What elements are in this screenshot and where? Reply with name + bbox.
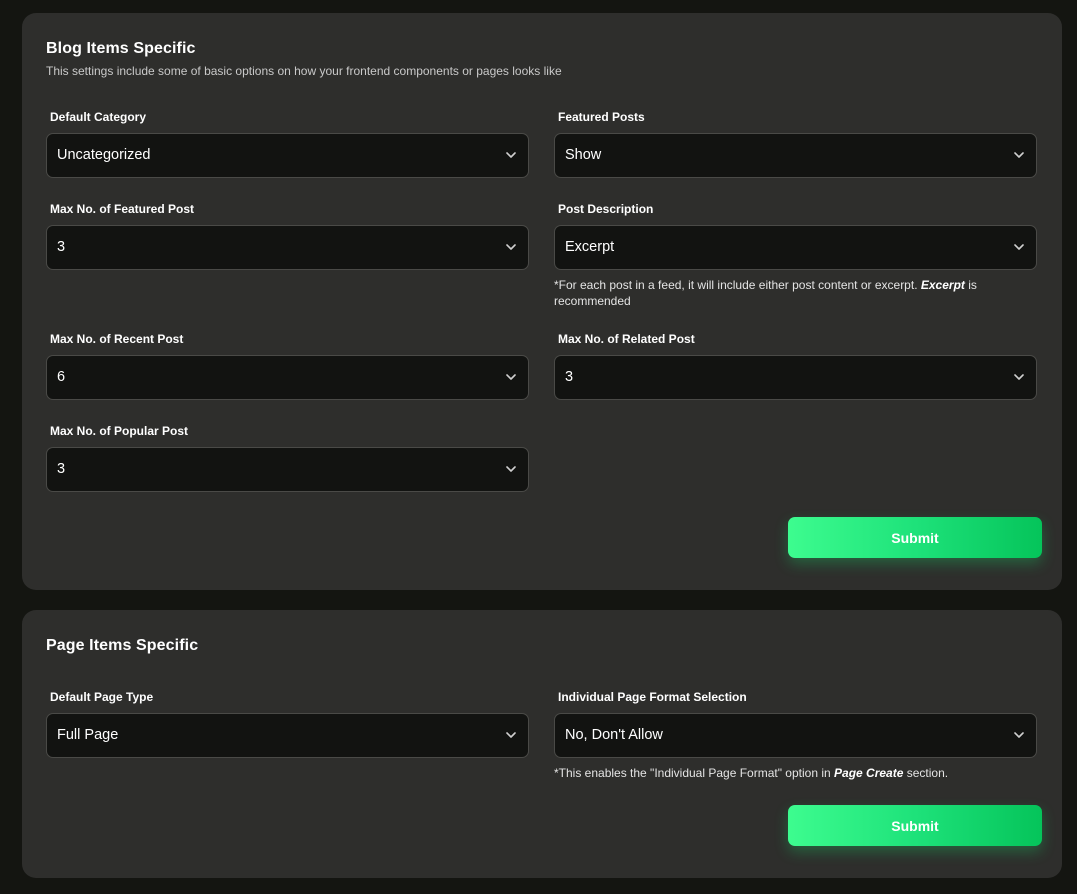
max-recent-label: Max No. of Recent Post xyxy=(50,332,184,346)
blog-section-title: Blog Items Specific xyxy=(46,40,196,57)
chevron-down-icon xyxy=(1014,732,1024,738)
blog-submit-button[interactable]: Submit xyxy=(788,517,1042,558)
max-popular-select[interactable]: 3 xyxy=(46,447,529,492)
chevron-down-icon xyxy=(506,732,516,738)
blog-section-subtitle: This settings include some of basic opti… xyxy=(46,64,562,78)
max-popular-value: 3 xyxy=(57,461,66,477)
chevron-down-icon xyxy=(1014,374,1024,380)
chevron-down-icon xyxy=(506,374,516,380)
chevron-down-icon xyxy=(506,244,516,250)
default-page-type-value: Full Page xyxy=(57,727,119,743)
individual-format-select[interactable]: No, Don't Allow xyxy=(554,713,1037,758)
default-category-select[interactable]: Uncategorized xyxy=(46,133,529,178)
post-description-label: Post Description xyxy=(558,202,654,216)
chevron-down-icon xyxy=(506,466,516,472)
default-category-value: Uncategorized xyxy=(57,147,151,163)
max-featured-value: 3 xyxy=(57,239,66,255)
page-settings-card: Page Items Specific Default Page Type Fu… xyxy=(22,610,1062,878)
chevron-down-icon xyxy=(1014,244,1024,250)
post-description-select[interactable]: Excerpt xyxy=(554,225,1037,270)
individual-format-hint: *This enables the "Individual Page Forma… xyxy=(554,766,949,780)
chevron-down-icon xyxy=(1014,152,1024,158)
max-recent-select[interactable]: 6 xyxy=(46,355,529,400)
featured-posts-value: Show xyxy=(565,147,602,163)
individual-format-label: Individual Page Format Selection xyxy=(558,690,747,704)
default-page-type-select[interactable]: Full Page xyxy=(46,713,529,758)
max-featured-label: Max No. of Featured Post xyxy=(50,202,195,216)
max-featured-select[interactable]: 3 xyxy=(46,225,529,270)
featured-posts-label: Featured Posts xyxy=(558,110,645,124)
post-description-value: Excerpt xyxy=(565,239,615,255)
max-related-value: 3 xyxy=(565,369,574,385)
blog-settings-card: Blog Items Specific This settings includ… xyxy=(22,13,1062,590)
default-page-type-label: Default Page Type xyxy=(50,690,154,704)
featured-posts-select[interactable]: Show xyxy=(554,133,1037,178)
max-related-select[interactable]: 3 xyxy=(554,355,1037,400)
max-related-label: Max No. of Related Post xyxy=(558,332,695,346)
post-description-hint: *For each post in a feed, it will includ… xyxy=(554,278,977,308)
max-recent-value: 6 xyxy=(57,369,66,385)
page-submit-button[interactable]: Submit xyxy=(788,805,1042,846)
default-category-label: Default Category xyxy=(50,110,147,124)
max-popular-label: Max No. of Popular Post xyxy=(50,424,189,438)
chevron-down-icon xyxy=(506,152,516,158)
page-section-title: Page Items Specific xyxy=(46,637,199,654)
individual-format-value: No, Don't Allow xyxy=(565,727,663,743)
